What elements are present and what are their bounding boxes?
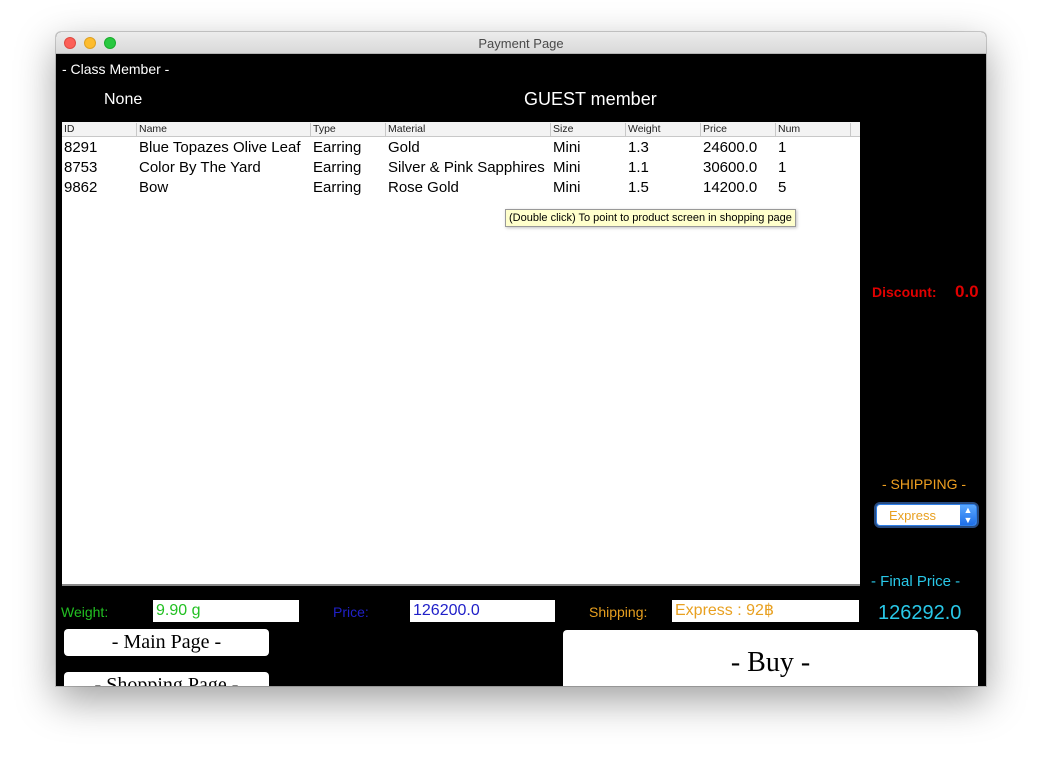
shipping-select-value: Express <box>889 508 936 523</box>
shipping-field: Express : 92฿ <box>672 600 859 622</box>
cell-weight: 1.1 <box>628 159 649 176</box>
cell-id: 8291 <box>64 139 98 156</box>
cell-name: Color By The Yard <box>139 159 261 176</box>
cell-name: Blue Topazes Olive Leaf <box>139 139 301 156</box>
cell-id: 8753 <box>64 159 98 176</box>
cell-size: Mini <box>553 139 581 156</box>
cell-type: Earring <box>313 139 362 156</box>
column-header-weight[interactable]: Weight <box>626 123 701 136</box>
table-row[interactable]: 8753 Color By The Yard Earring Silver & … <box>62 158 860 178</box>
row-tooltip: (Double click) To point to product scree… <box>505 209 796 227</box>
weight-field: 9.90 g <box>153 600 299 622</box>
cell-price: 24600.0 <box>703 139 758 156</box>
payment-content: - Class Member - None GUEST member ID Na… <box>56 54 986 686</box>
cell-type: Earring <box>313 159 362 176</box>
cell-size: Mini <box>553 179 581 196</box>
table-row[interactable]: 9862 Bow Earring Rose Gold Mini 1.5 1420… <box>62 178 860 198</box>
select-arrows-icon: ▲ ▼ <box>960 505 976 525</box>
class-member-value: None <box>104 91 143 108</box>
cell-price: 14200.0 <box>703 179 758 196</box>
price-label: Price: <box>333 604 369 620</box>
column-header-material[interactable]: Material <box>386 123 551 136</box>
discount-label: Discount: <box>872 284 937 300</box>
price-field: 126200.0 <box>410 600 555 622</box>
table-row[interactable]: 8291 Blue Topazes Olive Leaf Earring Gol… <box>62 138 860 158</box>
column-header-size[interactable]: Size <box>551 123 626 136</box>
cell-weight: 1.3 <box>628 139 649 156</box>
final-price-label: - Final Price - <box>871 573 961 590</box>
cart-table[interactable]: ID Name Type Material Size Weight Price … <box>62 122 860 586</box>
class-member-label: - Class Member - <box>62 61 170 77</box>
cell-num: 5 <box>778 179 787 196</box>
column-header-price[interactable]: Price <box>701 123 776 136</box>
cell-name: Bow <box>139 179 169 196</box>
cell-material: Silver & Pink Sapphires <box>388 159 545 176</box>
weight-label: Weight: <box>61 604 109 620</box>
final-price-value: 126292.0 <box>878 602 962 624</box>
cell-size: Mini <box>553 159 581 176</box>
shipping-heading: - SHIPPING - <box>882 476 967 492</box>
column-header-name[interactable]: Name <box>137 123 311 136</box>
column-header-type[interactable]: Type <box>311 123 386 136</box>
cell-material: Gold <box>388 139 420 156</box>
shipping-select[interactable]: Express ▲ ▼ <box>876 504 977 526</box>
main-page-button[interactable]: - Main Page - <box>64 629 269 656</box>
column-header-id[interactable]: ID <box>62 123 137 136</box>
member-type-label: GUEST member <box>524 89 657 109</box>
payment-window: Payment Page - Class Member - None GUEST… <box>56 32 986 686</box>
cell-material: Rose Gold <box>388 179 459 196</box>
cell-price: 30600.0 <box>703 159 758 176</box>
title-bar: Payment Page <box>56 32 986 54</box>
shopping-page-button[interactable]: - Shopping Page - <box>64 672 269 686</box>
cell-num: 1 <box>778 139 787 156</box>
table-header: ID Name Type Material Size Weight Price … <box>62 122 860 137</box>
column-header-num[interactable]: Num <box>776 123 851 136</box>
cell-type: Earring <box>313 179 362 196</box>
buy-button[interactable]: - Buy - <box>563 630 978 686</box>
shipping-label: Shipping: <box>589 604 648 620</box>
window-title: Payment Page <box>478 36 564 51</box>
discount-value: 0.0 <box>955 282 979 301</box>
cell-weight: 1.5 <box>628 179 649 196</box>
cell-id: 9862 <box>64 179 98 196</box>
cell-num: 1 <box>778 159 787 176</box>
